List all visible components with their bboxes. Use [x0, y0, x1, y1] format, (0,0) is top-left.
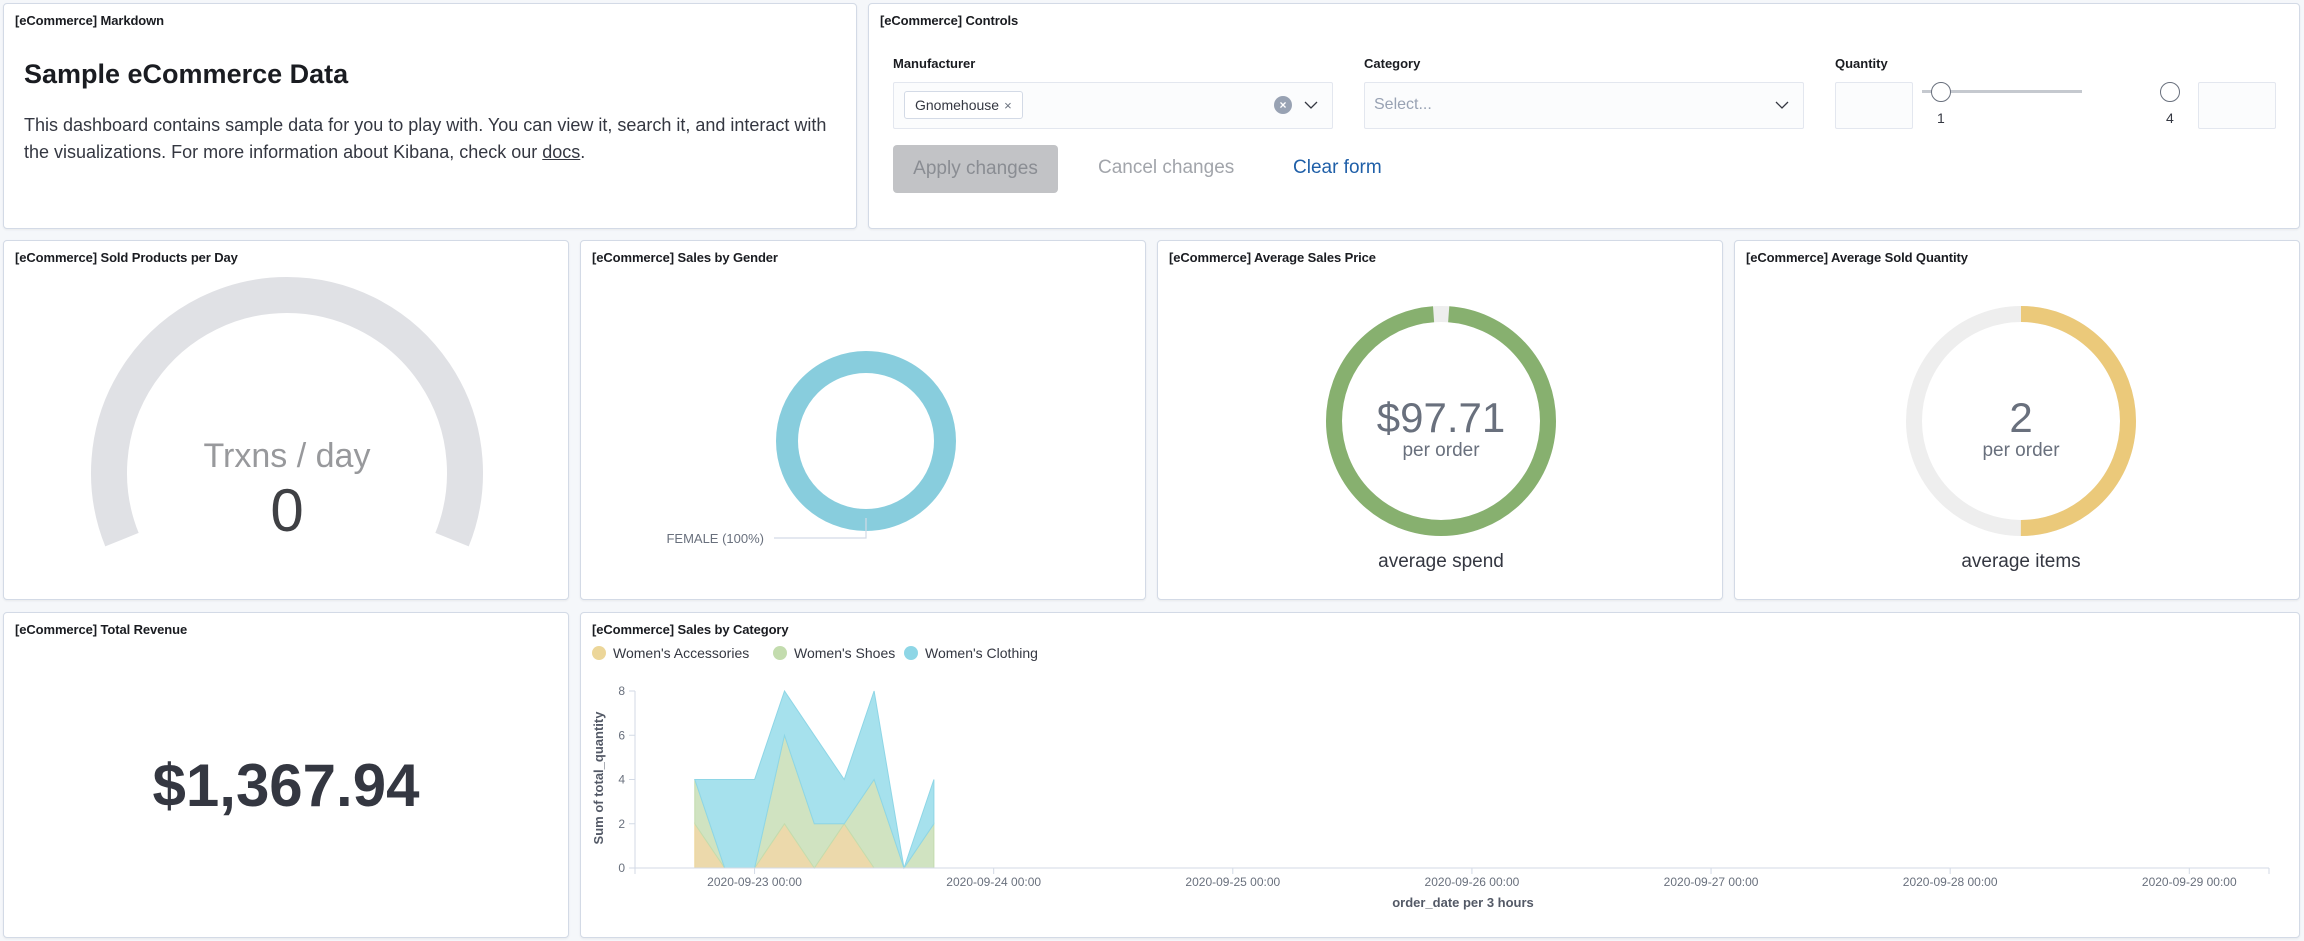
markdown-body-text: This dashboard contains sample data for … [24, 115, 827, 162]
quantity-min-input[interactable] [1835, 82, 1913, 129]
controls-panel: [eCommerce] Controls Manufacturer Gnomeh… [868, 3, 2300, 229]
quantity-range-max-label: 4 [2166, 110, 2174, 126]
pill-label: Gnomehouse [915, 97, 1000, 113]
markdown-body: This dashboard contains sample data for … [24, 112, 844, 166]
chart-legend: Women's Accessories Women's Shoes Women's … [592, 645, 1038, 661]
quantity-label: Quantity [1835, 56, 1888, 71]
metric-value: $97.71 [1377, 394, 1505, 441]
gauge-label: Trxns / day [204, 437, 371, 475]
panel-title: [eCommerce] Total Revenue [15, 622, 188, 637]
metric-value: 2 [2009, 394, 2032, 441]
legend-swatch [773, 646, 787, 660]
legend-swatch [592, 646, 606, 660]
metric-value: $1,367.94 [152, 752, 420, 819]
y-tick-label: 8 [618, 684, 625, 698]
markdown-panel: [eCommerce] Markdown Sample eCommerce Da… [3, 3, 857, 229]
metric-caption: average spend [1378, 551, 1504, 572]
slice-label: FEMALE (100%) [666, 531, 764, 546]
x-tick-label: 2020-09-26 00:00 [1425, 875, 1520, 889]
y-tick-label: 0 [618, 861, 625, 875]
y-tick-label: 6 [618, 728, 625, 742]
panel-title: [eCommerce] Controls [880, 13, 1019, 28]
sales-by-category-panel: [eCommerce] Sales by Category Women's Ac… [580, 612, 2300, 938]
quantity-range-max-thumb[interactable] [2160, 82, 2180, 102]
legend-label: Women's Accessories [613, 645, 749, 661]
cancel-changes-button[interactable]: Cancel changes [1098, 157, 1234, 179]
metric-sub-label: per order [1982, 440, 2060, 461]
donut-chart: FEMALE (100%) [666, 351, 956, 546]
x-tick-label: 2020-09-29 00:00 [2142, 875, 2237, 889]
manufacturer-combobox[interactable]: Gnomehouse × × [893, 82, 1333, 129]
docs-link[interactable]: docs [542, 142, 580, 162]
clear-selection-icon[interactable]: × [1274, 96, 1292, 114]
legend-label: Women's Clothing [925, 645, 1038, 661]
metric-caption: average items [1961, 551, 2080, 572]
chevron-down-icon[interactable] [1302, 96, 1320, 114]
x-tick-label: 2020-09-27 00:00 [1664, 875, 1759, 889]
sold-products-panel: [eCommerce] Sold Products per Day Trxns … [3, 240, 569, 600]
legend-item[interactable]: Women's Shoes [773, 645, 895, 661]
gauge-chart: Trxns / day 0 [91, 277, 483, 547]
donut-slice-female [776, 351, 956, 531]
stacked-area-chart: Women's Accessories Women's Shoes Women's … [591, 645, 2270, 910]
x-tick-label: 2020-09-28 00:00 [1903, 875, 1998, 889]
x-tick-label: 2020-09-24 00:00 [946, 875, 1041, 889]
apply-changes-button[interactable]: Apply changes [893, 145, 1058, 193]
quantity-range-min-label: 1 [1937, 110, 1945, 126]
legend-label: Women's Shoes [794, 645, 895, 661]
clear-form-button[interactable]: Clear form [1293, 157, 1382, 179]
avg-sales-price-panel: [eCommerce] Average Sales Price $97.71 p… [1157, 240, 1723, 600]
panel-title: [eCommerce] Markdown [15, 13, 164, 28]
markdown-heading: Sample eCommerce Data [24, 59, 349, 89]
x-axis-label: order_date per 3 hours [1392, 895, 1534, 910]
x-tick-label: 2020-09-23 00:00 [707, 875, 802, 889]
manufacturer-label: Manufacturer [893, 56, 976, 71]
metric-sub-label: per order [1402, 440, 1480, 461]
selected-option-pill: Gnomehouse × [904, 91, 1023, 119]
legend-item[interactable]: Women's Accessories [592, 645, 749, 661]
category-combobox[interactable]: Select... [1364, 82, 1804, 129]
markdown-body-end: . [580, 142, 586, 162]
legend-item[interactable]: Women's Clothing [904, 645, 1038, 661]
chart-areas [694, 689, 935, 870]
remove-option-icon[interactable]: × [1004, 98, 1012, 113]
goal-gauge: 2 per order average items [1906, 306, 2136, 572]
y-tick-label: 2 [618, 817, 625, 831]
y-tick-label: 4 [618, 773, 625, 787]
gauge-value: 0 [270, 477, 303, 544]
goal-gauge: $97.71 per order average spend [1326, 306, 1556, 572]
x-tick-label: 2020-09-25 00:00 [1185, 875, 1280, 889]
quantity-max-input[interactable] [2198, 82, 2276, 129]
total-revenue-panel: [eCommerce] Total Revenue $1,367.94 [3, 612, 569, 938]
legend-swatch [904, 646, 918, 660]
sales-by-gender-panel: [eCommerce] Sales by Gender FEMALE (100%… [580, 240, 1146, 600]
category-placeholder: Select... [1374, 96, 1432, 113]
quantity-range-min-thumb[interactable] [1931, 82, 1951, 102]
y-axis-label: Sum of total_quantity [591, 711, 606, 845]
avg-sold-quantity-panel: [eCommerce] Average Sold Quantity 2 per … [1734, 240, 2300, 600]
chevron-down-icon[interactable] [1773, 96, 1791, 114]
category-label: Category [1364, 56, 1421, 71]
